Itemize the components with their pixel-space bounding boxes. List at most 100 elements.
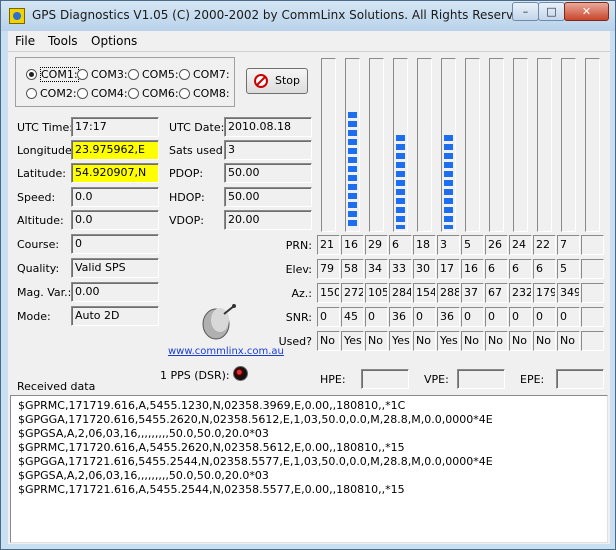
sat-cell: 3: [437, 235, 460, 255]
sat-cell: 0: [557, 307, 580, 327]
sat-cell: [581, 331, 604, 351]
snr-bar-slot: [345, 58, 360, 232]
sat-cell: No: [413, 331, 436, 351]
sat-cell: 36: [437, 307, 460, 327]
sat-cell: 105: [365, 283, 388, 303]
received-line: $GPRMC,171721.616,A,5455.2544,N,02358.55…: [18, 483, 405, 496]
radio-icon: [128, 88, 139, 99]
radio-selected-icon: [26, 69, 37, 80]
snr-bar-fill: [396, 135, 405, 229]
sat-cell: [581, 307, 604, 327]
field-label: Longitude:: [17, 144, 76, 157]
vpe-label: VPE:: [424, 373, 449, 386]
sat-row-label: SNR:: [285, 311, 312, 324]
field-label: Latitude:: [17, 167, 66, 180]
snr-bar-fill: [348, 112, 357, 229]
sat-cell: 21: [317, 235, 340, 255]
sat-cell: 37: [461, 283, 484, 303]
radio-com4[interactable]: COM4:: [77, 87, 128, 100]
field-label: Mode:: [17, 310, 51, 323]
sat-cell: 0: [365, 307, 388, 327]
field-label: Sats used:: [169, 144, 227, 157]
sat-cell: 0: [317, 307, 340, 327]
radio-com8[interactable]: COM8:: [179, 87, 230, 100]
minimize-button[interactable]: –: [512, 2, 539, 21]
window-title: GPS Diagnostics V1.05 (C) 2000-2002 by C…: [32, 8, 532, 22]
sat-cell: 6: [533, 259, 556, 279]
menu-options[interactable]: Options: [91, 34, 137, 48]
radio-com1[interactable]: COM1:: [26, 67, 79, 82]
snr-bar-slot: [561, 58, 576, 232]
sat-cell: 22: [533, 235, 556, 255]
sat-cell: 18: [413, 235, 436, 255]
sat-cell: 0: [533, 307, 556, 327]
readout-field: Valid SPS: [71, 258, 159, 278]
readout-field: 17:17: [71, 117, 159, 137]
received-data-log[interactable]: $GPRMC,171719.616,A,5455.1230,N,02358.39…: [10, 395, 608, 543]
sat-cell: 33: [389, 259, 412, 279]
menu-tools[interactable]: Tools: [48, 34, 78, 48]
received-data-label: Received data: [17, 380, 96, 393]
sat-cell: 26: [485, 235, 508, 255]
sat-cell: [581, 259, 604, 279]
readout-field: 0.00: [71, 282, 159, 302]
sat-cell: Yes: [389, 331, 412, 351]
pps-label: 1 PPS (DSR):: [160, 369, 230, 382]
satellite-dish-logo: [202, 304, 236, 340]
radio-icon: [77, 69, 88, 80]
received-line: $GPRMC,171719.616,A,5455.1230,N,02358.39…: [18, 399, 406, 412]
received-line: $GPRMC,171720.616,A,5455.2620,N,02358.56…: [18, 441, 405, 454]
sat-row-label: PRN:: [285, 239, 312, 252]
close-button[interactable]: ✕: [564, 2, 609, 21]
com-port-group: COM1: COM3: COM5: COM7: COM2: COM4: COM6…: [15, 57, 235, 107]
snr-bar-slot: [321, 58, 336, 232]
field-label: Speed:: [17, 191, 56, 204]
sat-cell: 30: [413, 259, 436, 279]
radio-com3[interactable]: COM3:: [77, 68, 128, 81]
snr-bar-slot: [393, 58, 408, 232]
received-line: $GPGGA,171721.616,5455.2544,N,02358.5577…: [18, 455, 493, 468]
sat-cell: 17: [437, 259, 460, 279]
sat-cell: 0: [461, 307, 484, 327]
field-label: UTC Date:: [169, 121, 225, 134]
readout-field: 23.975962,E: [71, 140, 159, 160]
website-link[interactable]: www.commlinx.com.au: [168, 346, 284, 357]
sat-cell: 29: [365, 235, 388, 255]
sat-row-label: Elev:: [285, 263, 312, 276]
readout-field: 0: [71, 234, 159, 254]
sat-cell: 0: [485, 307, 508, 327]
readout-field: 50.00: [224, 187, 312, 207]
menu-file[interactable]: File: [15, 34, 35, 48]
radio-com7[interactable]: COM7:: [179, 68, 230, 81]
sat-cell: 6: [389, 235, 412, 255]
radio-com2[interactable]: COM2:: [26, 87, 77, 100]
vpe-field: [457, 369, 505, 389]
sat-cell: No: [533, 331, 556, 351]
received-line: $GPGGA,171720.616,5455.2620,N,02358.5612…: [18, 413, 493, 426]
sat-cell: 179: [533, 283, 556, 303]
snr-bar-slot: [585, 58, 600, 232]
sat-cell: Yes: [341, 331, 364, 351]
sat-cell: No: [485, 331, 508, 351]
sat-cell: 34: [365, 259, 388, 279]
client-area: File Tools Options COM1: COM3: COM5: COM…: [8, 31, 610, 544]
readout-field: Auto 2D: [71, 306, 159, 326]
radio-icon: [77, 88, 88, 99]
app-window: GPS Diagnostics V1.05 (C) 2000-2002 by C…: [0, 0, 616, 550]
sat-cell: 58: [341, 259, 364, 279]
stop-button[interactable]: Stop: [246, 68, 308, 94]
sat-cell: 36: [389, 307, 412, 327]
sat-cell: No: [317, 331, 340, 351]
field-label: PDOP:: [169, 167, 204, 180]
sat-cell: [581, 235, 604, 255]
sat-cell: 45: [341, 307, 364, 327]
hpe-label: HPE:: [320, 373, 346, 386]
radio-com5[interactable]: COM5:: [128, 68, 179, 81]
maximize-button[interactable]: □: [538, 2, 565, 21]
sat-cell: 284: [389, 283, 412, 303]
title-bar[interactable]: GPS Diagnostics V1.05 (C) 2000-2002 by C…: [1, 1, 615, 31]
readout-field: 50.00: [224, 163, 312, 183]
stop-icon: [254, 74, 268, 88]
radio-com6[interactable]: COM6:: [128, 87, 179, 100]
readout-field: 3: [224, 140, 312, 160]
